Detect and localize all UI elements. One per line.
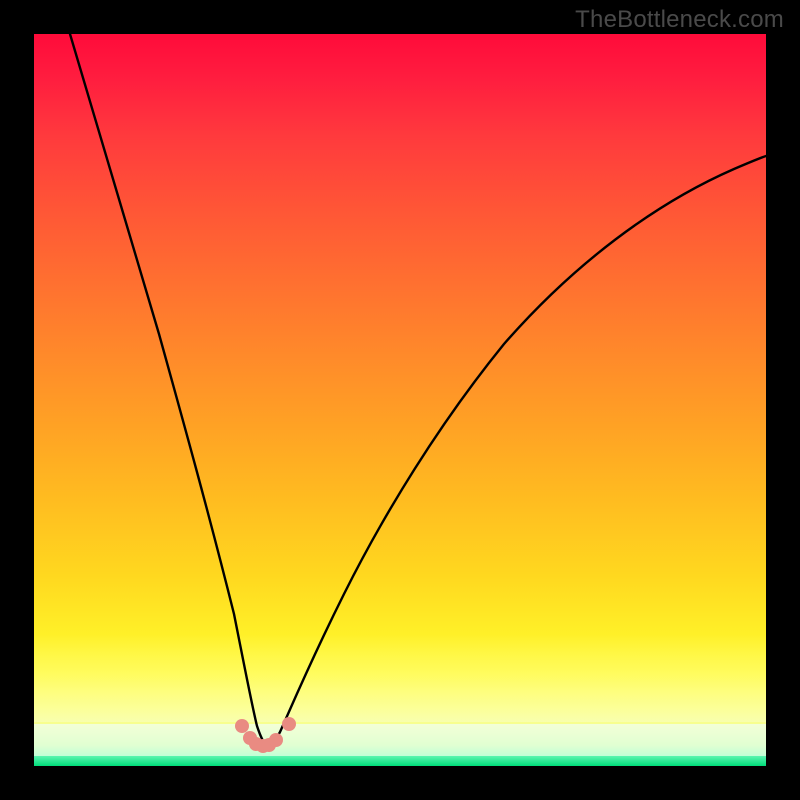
curve-path <box>70 34 766 745</box>
bottleneck-curve <box>34 34 766 766</box>
chart-frame: TheBottleneck.com <box>0 0 800 800</box>
gradient-band-pale <box>34 724 766 759</box>
watermark-text: TheBottleneck.com <box>575 6 784 34</box>
salmon-dots <box>235 717 296 753</box>
gradient-band-yellow <box>34 634 766 722</box>
gradient-band-green <box>34 756 766 766</box>
plot-area <box>34 34 766 766</box>
